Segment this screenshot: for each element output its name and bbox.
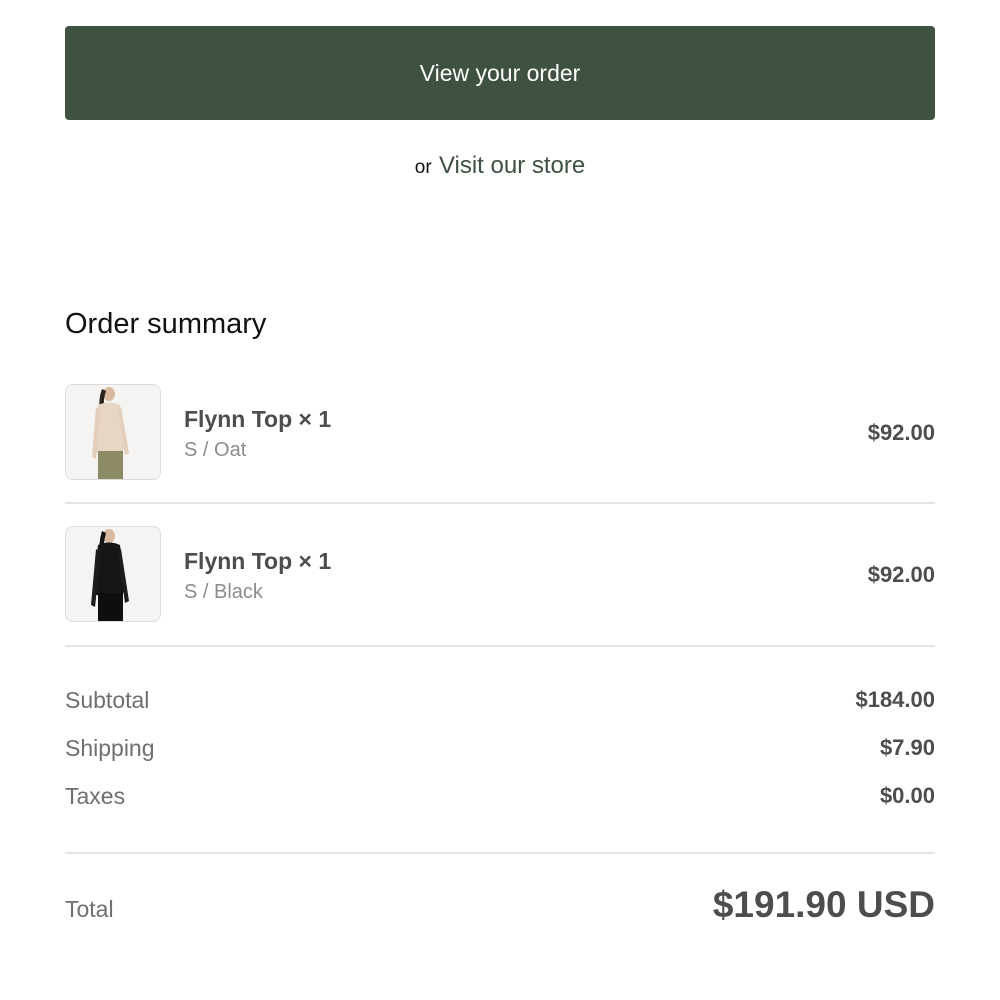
line-item: Flynn Top × 1 S / Black $92.00 [65,526,935,622]
alt-link-row: or Visit our store [0,152,1000,180]
shipping-value: $7.90 [879,735,935,760]
subtotal-row: Subtotal $184.00 [65,687,935,717]
subtotal-label: Subtotal [65,687,150,713]
item-variant: S / Oat [184,439,247,461]
total-label: Total [65,896,114,922]
divider [65,502,935,504]
divider [65,852,935,854]
total-row: Total $191.90 USD [65,884,935,934]
item-name: Flynn Top × 1 [184,548,332,574]
total-value: $191.90 USD [712,884,935,925]
or-text: or [414,157,432,178]
shipping-label: Shipping [65,735,155,761]
subtotal-value: $184.00 [855,687,935,712]
item-variant: S / Black [184,581,263,603]
item-name: Flynn Top × 1 [184,406,332,432]
order-summary-title: Order summary [65,308,267,340]
product-image [65,384,161,480]
item-price: $92.00 [867,420,935,445]
view-order-button[interactable]: View your order [65,26,935,120]
taxes-label: Taxes [65,783,126,809]
product-image [65,526,161,622]
visit-store-link[interactable]: Visit our store [439,152,585,179]
item-price: $92.00 [867,562,935,587]
line-item: Flynn Top × 1 S / Oat $92.00 [65,384,935,480]
divider [65,645,935,647]
taxes-value: $0.00 [879,783,935,808]
taxes-row: Taxes $0.00 [65,783,935,813]
shipping-row: Shipping $7.90 [65,735,935,765]
